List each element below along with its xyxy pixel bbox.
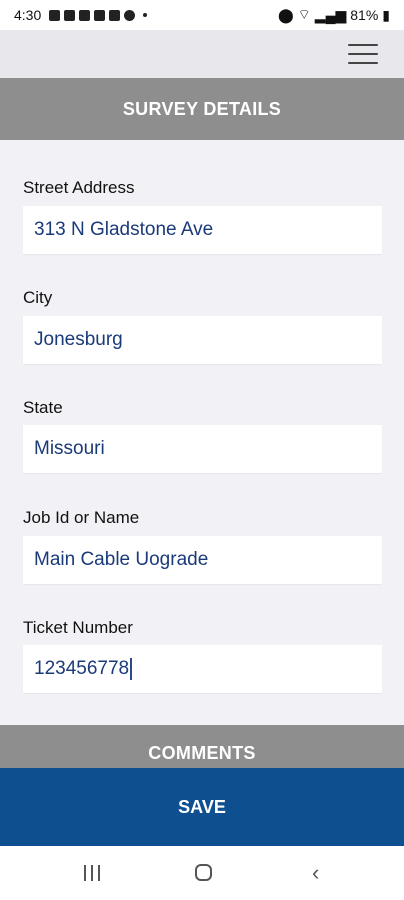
more-notifications-icon (143, 13, 148, 17)
survey-details-header: SURVEY DETAILS (0, 78, 404, 140)
city-value: Jonesburg (34, 329, 123, 350)
job-value: Main Cable Uograde (34, 549, 209, 570)
city-input[interactable]: Jonesburg (23, 316, 382, 364)
menu-icon[interactable] (348, 44, 378, 64)
notification-icon (94, 9, 106, 21)
notification-icon (64, 9, 76, 21)
notification-icon (49, 9, 61, 21)
state-label: State (23, 398, 63, 417)
state-value: Missouri (34, 438, 105, 459)
status-bar: 4:30 ⬤ ⌔ ▂▄▆ 81% ▮ (0, 0, 404, 30)
back-icon[interactable]: ‹ (312, 862, 319, 884)
street-address-value: 313 N Gladstone Ave (34, 219, 214, 240)
notification-icon (109, 9, 121, 21)
status-time: 4:30 (14, 7, 42, 23)
recents-icon[interactable] (84, 865, 100, 881)
battery-icon: ▮ (382, 6, 390, 23)
street-address-input[interactable]: 313 N Gladstone Ave (23, 206, 382, 254)
ticket-number-value: 123456778 (34, 658, 130, 679)
ticket-number-label: Ticket Number (23, 618, 133, 637)
notification-icon (79, 9, 91, 21)
wifi-icon: ⌔ (297, 6, 311, 22)
street-address-label: Street Address (23, 178, 135, 197)
battery-percent: 81% (350, 7, 379, 23)
facebook-icon (124, 9, 136, 21)
text-cursor (130, 658, 133, 680)
system-nav-bar: ‹ (0, 846, 404, 900)
city-label: City (23, 288, 53, 307)
signal-icon: ▂▄▆ (314, 6, 347, 23)
app-bar (0, 30, 404, 78)
job-input[interactable]: Main Cable Uograde (23, 536, 382, 584)
save-button[interactable]: SAVE (0, 768, 404, 846)
ticket-number-input[interactable]: 123456778 (23, 645, 382, 693)
job-label: Job Id or Name (23, 508, 140, 527)
home-icon[interactable] (195, 864, 212, 881)
state-input[interactable]: Missouri (23, 425, 382, 473)
location-icon: ⬤ (277, 6, 294, 23)
